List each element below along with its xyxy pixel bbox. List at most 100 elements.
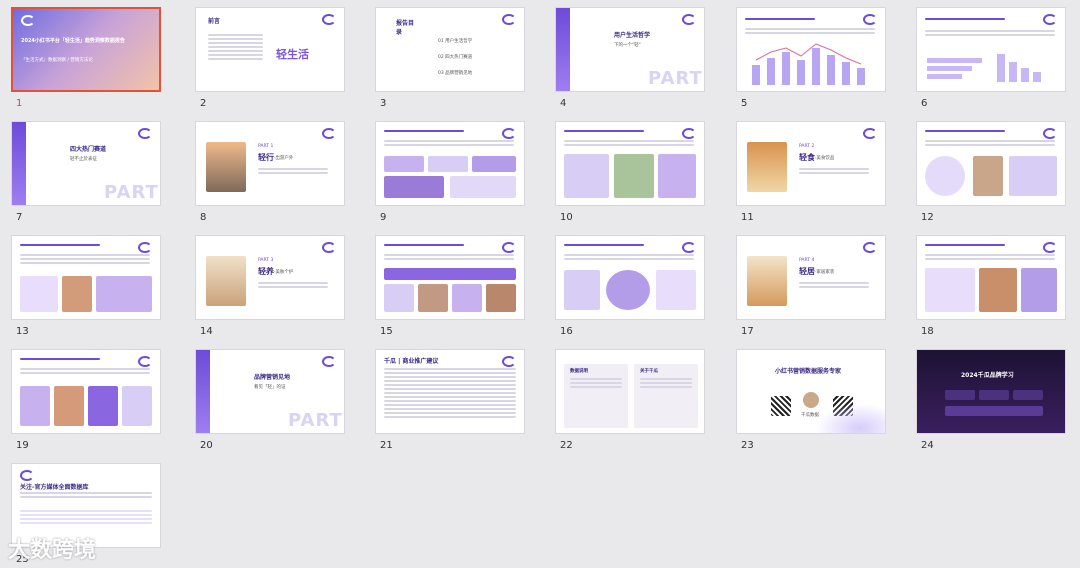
section-label: 关于千瓜	[640, 369, 658, 374]
slide-thumb-6[interactable]	[916, 7, 1066, 92]
part-label: PART 3	[258, 258, 274, 263]
slide-number: 23	[741, 440, 754, 451]
slide-thumb-14[interactable]: PART 3 轻养 ·美肤个护	[195, 235, 345, 320]
slide-number: 7	[16, 212, 23, 223]
brand-logo-icon	[1043, 242, 1057, 253]
slide-thumb-18[interactable]	[916, 235, 1066, 320]
brand-logo-icon	[322, 14, 336, 25]
slide-thumb-5[interactable]	[736, 7, 886, 92]
accent-bar	[196, 350, 210, 433]
slide-subtitle: 看见「轻」的证	[254, 385, 286, 390]
part-label: PART 1	[648, 68, 703, 91]
slide-title: 用户生活哲学	[614, 32, 651, 39]
slide-thumb-3[interactable]: 报告目录 01 用户生活哲学 02 四大热门赛道 03 品牌营销见地	[375, 7, 525, 92]
toc-item: 02 四大热门赛道	[438, 55, 473, 60]
slide-number: 19	[16, 440, 29, 451]
cover-photo	[747, 256, 787, 306]
chart-graphic	[927, 54, 1041, 82]
slide-title: 小红书营销数据服务专家	[775, 368, 842, 375]
slide-number: 6	[921, 98, 928, 109]
word-cloud-text: 轻生活	[276, 48, 309, 61]
brand-logo-icon	[502, 356, 516, 367]
slide-title: 轻居	[799, 267, 815, 276]
slide-title: 关注-官方媒体全面数据库	[20, 484, 89, 491]
slide-title: 千瓜 | 商业推广建议	[384, 358, 439, 365]
brand-logo-icon	[1043, 14, 1057, 25]
slide-number: 5	[741, 98, 748, 109]
slide-subtitle: 「生活方式」数据洞察 / 营销方法论	[21, 58, 93, 63]
slide-thumb-23[interactable]: 小红书营销数据服务专家 千瓜数据	[736, 349, 886, 434]
slide-thumb-1[interactable]: 2024小红书平台「轻生活」趋势洞察数据报告 「生活方式」数据洞察 / 营销方法…	[11, 7, 161, 92]
slide-subtitle: 轻不止於表征	[70, 157, 97, 162]
part-label: PART 2	[104, 182, 159, 205]
avatar	[803, 392, 819, 408]
slide-thumb-17[interactable]: PART 4 轻居 ·家居家装	[736, 235, 886, 320]
slide-thumb-20[interactable]: 品牌营销见地 看见「轻」的证 PART 3	[195, 349, 345, 434]
brand-logo-icon	[138, 356, 152, 367]
slide-number: 8	[200, 212, 207, 223]
cover-photo	[747, 142, 787, 192]
section-label: 数据说明	[570, 369, 588, 374]
slide-number: 20	[200, 440, 213, 451]
brand-logo-icon	[682, 128, 696, 139]
slide-number: 1	[16, 98, 23, 109]
slide-number: 9	[380, 212, 387, 223]
slide-number: 12	[921, 212, 934, 223]
slide-title: 轻行	[258, 153, 274, 162]
slide-number: 22	[560, 440, 573, 451]
slide-subtitle: ·美肤个护	[274, 270, 294, 275]
slide-thumb-9[interactable]	[375, 121, 525, 206]
slide-number: 4	[560, 98, 567, 109]
slide-thumb-2[interactable]: 前言 轻生活	[195, 7, 345, 92]
slide-number: 18	[921, 326, 934, 337]
slide-thumb-15[interactable]	[375, 235, 525, 320]
slide-thumb-16[interactable]	[555, 235, 705, 320]
slide-thumb-7[interactable]: 四大热门赛道 轻不止於表征 PART 2	[11, 121, 161, 206]
slide-thumb-4[interactable]: 用户生活哲学 下的一个"轻" PART 1	[555, 7, 705, 92]
slide-thumb-19[interactable]	[11, 349, 161, 434]
brand-logo-icon	[322, 242, 336, 253]
slide-thumb-12[interactable]	[916, 121, 1066, 206]
slide-thumb-21[interactable]: 千瓜 | 商业推广建议	[375, 349, 525, 434]
part-label: PART 1	[258, 144, 274, 149]
slide-thumb-22[interactable]: 数据说明 关于千瓜	[555, 349, 705, 434]
part-label: PART 2	[799, 144, 815, 149]
slide-title: 四大热门赛道	[70, 146, 107, 153]
slide-thumb-13[interactable]	[11, 235, 161, 320]
slide-number: 21	[380, 440, 393, 451]
slide-title: 报告目录	[396, 20, 415, 36]
slide-thumb-24[interactable]: 2024千瓜品牌学习	[916, 349, 1066, 434]
brand-logo-icon	[138, 242, 152, 253]
slide-thumb-10[interactable]	[555, 121, 705, 206]
brand-logo-icon	[502, 128, 516, 139]
brand-logo-icon	[138, 128, 152, 139]
accent-bar	[556, 8, 570, 91]
brand-logo-icon	[502, 242, 516, 253]
slide-number: 2	[200, 98, 207, 109]
brand-logo-icon	[863, 242, 877, 253]
accent-bar	[12, 122, 26, 205]
brand-label: 千瓜数据	[801, 413, 819, 418]
slide-number: 11	[741, 212, 754, 223]
brand-logo-icon	[682, 14, 696, 25]
slide-number: 10	[560, 212, 573, 223]
slide-number: 14	[200, 326, 213, 337]
brand-logo-icon	[863, 128, 877, 139]
qr-code-icon	[771, 396, 791, 416]
slide-title: 前言	[208, 18, 221, 25]
slide-title: 轻养	[258, 267, 274, 276]
chart-graphic	[752, 43, 865, 85]
cover-photo	[206, 142, 246, 192]
slide-thumb-11[interactable]: PART 2 轻食 ·美食饮品	[736, 121, 886, 206]
slide-title: 品牌营销见地	[254, 374, 291, 381]
slide-thumb-8[interactable]: PART 1 轻行 ·出游户外	[195, 121, 345, 206]
slide-number: 3	[380, 98, 387, 109]
brand-logo-icon	[21, 15, 35, 26]
slide-number: 15	[380, 326, 393, 337]
slide-title: 轻食	[799, 153, 815, 162]
slide-number: 16	[560, 326, 573, 337]
brand-logo-icon	[682, 242, 696, 253]
brand-logo-icon	[1043, 128, 1057, 139]
part-label: PART 3	[288, 410, 343, 433]
toc-item: 03 品牌营销见地	[438, 71, 473, 76]
